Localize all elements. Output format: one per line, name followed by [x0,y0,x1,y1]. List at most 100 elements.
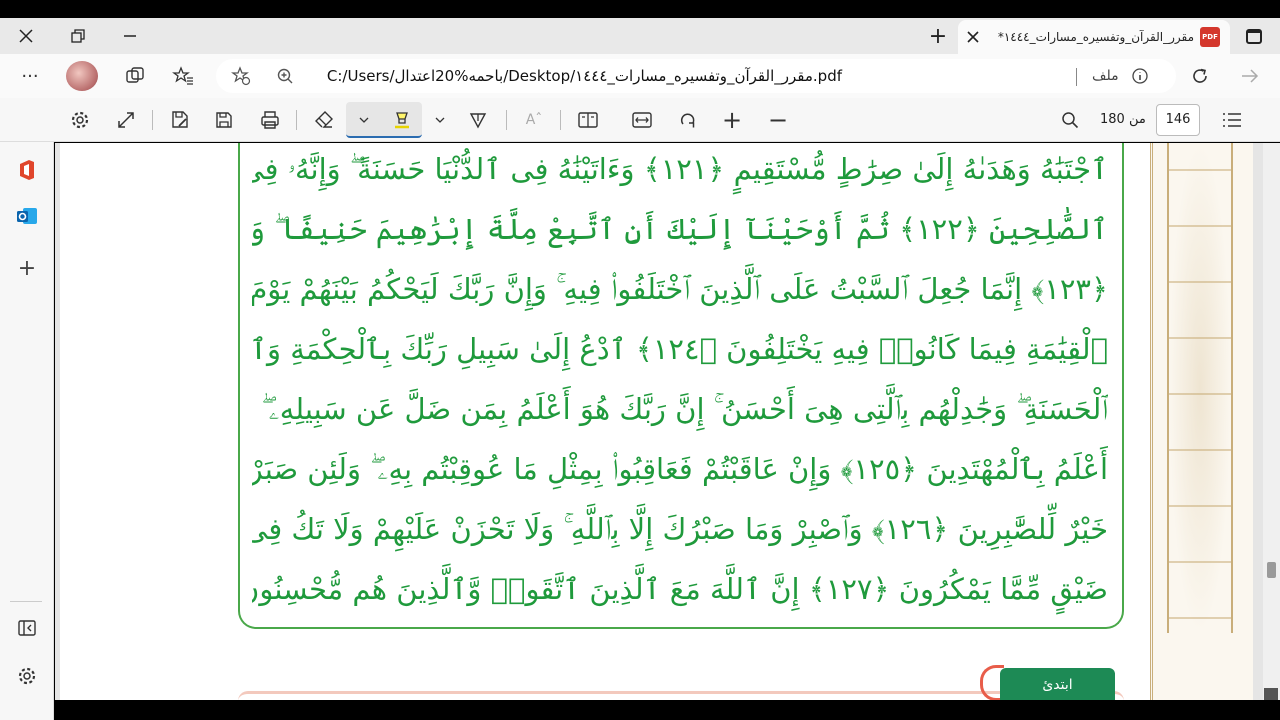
scroll-down-arrow[interactable] [1264,688,1278,700]
plus-icon: + [17,255,37,281]
highlight-dropdown-button[interactable] [424,104,456,136]
edge-sidebar: + [0,98,54,720]
restore-icon [71,29,85,43]
tab-actions-button[interactable] [1236,18,1272,54]
quran-line: ٱلصَّٰلِحِينَ ﴿١٢٢﴾ ثُمَّ أَوْحَيْنَآ إِ… [252,212,1108,246]
pdf-viewport[interactable]: ٱجْتَبَٰهُ وَهَدَىٰهُ إِلَىٰ صِرَٰطٍ مُّ… [55,143,1263,700]
close-window-button[interactable] [2,18,50,54]
outlook-icon [17,208,37,224]
tab-pdf[interactable]: *مقرر_القرآن_وتفسيره_مسارات_١٤٤٤ PDF [958,20,1230,54]
rotate-icon [680,113,695,128]
highlight-button[interactable] [386,104,418,136]
sidebar-office-button[interactable] [11,154,43,186]
chevron-down-icon [359,117,369,123]
address-bar-row: ··· C:/Users/باحمه%20اعتدال/Desktop/مقرر… [0,54,1280,98]
pdf-icon: PDF [1200,27,1220,47]
sidebar-settings-button[interactable] [11,660,43,692]
new-tab-button[interactable]: + [920,18,956,54]
scrollbar-thumb[interactable] [1267,562,1276,578]
sidebar-toggle-icon [18,620,36,636]
pen-icon [469,113,487,129]
quran-line: ٱجْتَبَٰهُ وَهَدَىٰهُ إِلَىٰ صِرَٰطٍ مُّ… [252,152,1108,186]
print-button[interactable] [254,104,286,136]
sidebar-hide-button[interactable] [11,612,43,644]
read-aloud-button[interactable]: Aˆ [518,104,550,136]
chevron-down-icon [435,117,445,123]
page-total: من 180 [1100,112,1146,127]
plus-icon: + [721,106,743,134]
site-info-button[interactable] [1126,62,1154,90]
forward-button[interactable] [1236,62,1264,90]
toolbar-divider [560,110,561,130]
screen-top-edge [0,0,1280,18]
quran-line: ﴿١٢٣﴾ إِنَّمَا جُعِلَ ٱلسَّبْتُ عَلَى ٱل… [252,272,1108,306]
quran-line: ٱلْقِيَٰمَةِ فِيمَا كَانُوا۟ فِيهِ يَخْت… [252,332,1108,366]
close-icon [19,29,33,43]
minimize-window-button[interactable] [106,18,154,54]
pdf-settings-button[interactable] [64,104,96,136]
quran-line: ٱلْحَسَنَةِ ۖ وَجَٰدِلْهُم بِٱلَّتِى هِى… [252,392,1108,426]
arrow-right-icon [1242,69,1259,83]
page-view-button[interactable] [572,104,604,136]
tab-strip: + *مقرر_القرآن_وتفسيره_مسارات_١٤٤٤ PDF [0,18,1280,54]
toolbar-divider [152,110,153,130]
save-as-button[interactable] [164,104,196,136]
screen-bottom-edge [55,700,1280,720]
address-url[interactable]: C:/Users/باحمه%20اعتدال/Desktop/مقرر_الق… [0,54,1062,98]
print-icon [261,111,279,129]
contents-button[interactable] [1216,104,1248,136]
expand-icon [118,112,134,128]
save-icon [216,112,232,128]
pdf-toolbar: Aˆ + − من 180 146 [0,98,1280,142]
minimize-icon [124,35,136,37]
zoom-in-button[interactable]: + [716,104,748,136]
pdf-page: ٱجْتَبَٰهُ وَهَدَىٰهُ إِلَىٰ صِرَٰطٍ مُّ… [60,143,1253,700]
file-label: ملف [1092,68,1119,84]
tab-actions-icon [1246,28,1262,44]
save-edit-icon [172,111,188,128]
quran-text-box: ٱجْتَبَٰهُ وَهَدَىٰهُ إِلَىٰ صِرَٰطٍ مُّ… [238,143,1124,629]
ornament-pattern [1167,143,1233,633]
toolbar-divider [506,110,507,130]
save-button[interactable] [208,104,240,136]
toolbar-divider [296,110,297,130]
erase-button[interactable] [308,104,340,136]
quran-line: أَعْلَمُ بِٱلْمُهْتَدِينَ ﴿١٢٥﴾ وَإِنْ ع… [252,452,1108,486]
address-divider [1076,68,1077,86]
next-section-label: ابتدئ [1000,668,1115,700]
sidebar-divider [10,601,42,602]
search-icon [1062,112,1079,129]
info-icon [1132,68,1148,84]
eraser-icon [315,111,333,128]
sidebar-outlook-button[interactable] [11,200,43,232]
plus-icon: + [928,23,948,49]
rotate-button[interactable] [672,104,704,136]
restore-window-button[interactable] [54,18,102,54]
minus-icon: − [767,106,789,134]
refresh-icon [1193,68,1207,83]
list-icon [1223,113,1241,127]
fit-width-icon [632,112,652,128]
tab-title: *مقرر_القرآن_وتفسيره_مسارات_١٤٤٤ [997,30,1194,44]
quran-line: ضَيْقٍ مِّمَّا يَمْكُرُونَ ﴿١٢٧﴾ إِنَّ ٱ… [252,572,1108,606]
text-aa-icon: Aˆ [525,112,543,128]
fit-width-button[interactable] [626,104,658,136]
two-page-icon [578,112,598,128]
sidebar-add-button[interactable]: + [11,252,43,284]
close-icon [967,30,979,43]
quran-line: خَيْرٌ لِّلصَّٰبِرِينَ ﴿١٢٦﴾ وَٱصْبِرْ و… [252,512,1108,546]
pdf-find-button[interactable] [1054,104,1086,136]
gear-icon [71,111,89,129]
vertical-scrollbar[interactable] [1263,143,1280,700]
erase-dropdown-button[interactable] [348,104,380,136]
highlighter-icon [395,112,409,129]
office-icon [20,160,34,180]
refresh-button[interactable] [1186,62,1214,90]
draw-button[interactable] [462,104,494,136]
tab-close-button[interactable] [958,28,988,47]
fullscreen-button[interactable] [110,104,142,136]
zoom-out-button[interactable]: − [762,104,794,136]
page-number-input[interactable]: 146 [1156,104,1200,136]
ornamental-border [1150,143,1253,700]
gear-icon [18,667,36,685]
